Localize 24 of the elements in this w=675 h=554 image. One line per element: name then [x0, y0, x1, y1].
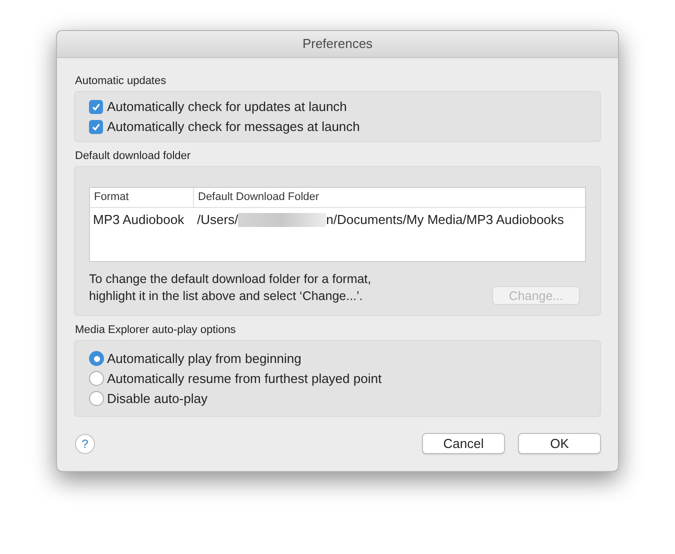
hint-text: To change the default download folder for a format, highlight it in the list above and select ‘Change...’.: [89, 271, 372, 305]
checkbox[interactable]: [89, 120, 103, 134]
path-start: /Users/: [196, 211, 238, 230]
dialog-button[interactable]: Cancel: [422, 433, 505, 454]
section-title: Media Explorer auto-play options: [75, 323, 237, 337]
checkbox[interactable]: [89, 100, 103, 114]
column-header: Default Download Folder: [197, 190, 320, 206]
radio-button[interactable]: [89, 391, 104, 406]
path-end: n/Documents/My Media/MP3 Audiobooks: [326, 211, 564, 230]
column-header: Format: [90, 188, 194, 207]
radio-label: Automatically play from beginning: [107, 350, 302, 368]
table-cell-text: MP3 Audiobook: [92, 211, 186, 230]
table-row[interactable]: MP3 Audiobook /Users/ n/Documents/My Media/MP3 Audiobooks: [90, 208, 585, 232]
radio-label: Disable auto-play: [107, 390, 208, 408]
radio-button[interactable]: [89, 351, 104, 366]
checkbox-label: Automatically check for updates at launch: [107, 98, 347, 116]
dialog-button[interactable]: OK: [518, 433, 601, 454]
window-title: Preferences: [302, 35, 373, 54]
section-title: Default download folder: [75, 149, 192, 163]
checkbox-label: Automatically check for messages at launch: [107, 118, 360, 136]
radio-label: Automatically resume from furthest played point: [107, 370, 382, 388]
section-title: Automatic updates: [75, 74, 168, 88]
help-button[interactable]: ?: [75, 434, 95, 454]
radio-button[interactable]: [89, 371, 104, 386]
